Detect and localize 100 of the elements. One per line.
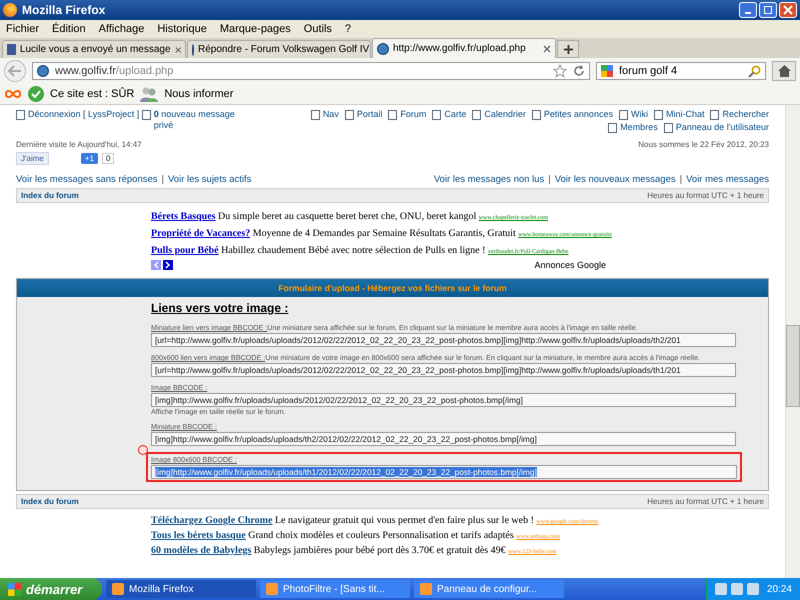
start-button[interactable]: démarrer: [0, 578, 102, 600]
menu-item[interactable]: Outils: [304, 23, 332, 35]
clock: 20:24: [766, 584, 792, 594]
like-button[interactable]: J'aime: [16, 152, 49, 165]
app-icon: [112, 583, 124, 595]
window-title: Mozilla Firefox: [22, 3, 106, 17]
nav-link[interactable]: Membres: [620, 122, 658, 132]
code-field[interactable]: [url=http://www.golfiv.fr/uploads/uploads/2012/02/22/2012_02_22_20_23_22_post-photos.bmp][img]http://www.golfiv.fr/uploads/uploads/th1/201: [151, 363, 736, 377]
menu-item[interactable]: Fichier: [6, 23, 40, 35]
reload-icon[interactable]: [573, 65, 585, 77]
nav-link[interactable]: Carte: [444, 109, 466, 119]
taskbar-button[interactable]: Mozilla Firefox: [106, 580, 256, 598]
menu-item[interactable]: Édition: [52, 23, 86, 35]
panel-header: Formulaire d'upload - Hébergez vos fichiers sur le forum: [17, 279, 768, 297]
minimize-button[interactable]: [739, 2, 757, 18]
timezone-text: Heures au format UTC + 1 heure: [647, 497, 764, 506]
timezone-text: Heures au format UTC + 1 heure: [647, 191, 764, 200]
search-icon[interactable]: [748, 64, 761, 78]
ad-title-link[interactable]: Bérets Basques: [151, 211, 216, 222]
search-field[interactable]: forum golf 4: [596, 62, 766, 80]
nav-link[interactable]: Petites annonces: [544, 109, 613, 119]
site-status-label[interactable]: Ce site est : SÛR: [50, 88, 134, 100]
checkmark-icon: [28, 86, 44, 102]
page-icon: [344, 110, 354, 120]
forum-index-link[interactable]: Index du forum: [21, 191, 79, 200]
app-icon: [266, 583, 278, 595]
new-tab-button[interactable]: [557, 40, 579, 58]
ad-text: Du simple beret au casquette beret beret che, ONU, beret kangol: [218, 211, 476, 222]
tray-icon[interactable]: [746, 583, 759, 595]
menu-item[interactable]: Affichage: [98, 23, 144, 35]
code-field[interactable]: [url=http://www.golfiv.fr/uploads/uploads/2012/02/22/2012_02_22_20_23_22_post-photos.bmp][img]http://www.golfiv.fr/uploads/uploads/th2/201: [151, 333, 736, 347]
tray-icon[interactable]: [730, 583, 743, 595]
private-message-link[interactable]: 0 nouveau message privé: [154, 109, 249, 131]
page-icon: [532, 110, 541, 120]
nav-link[interactable]: Nav: [322, 109, 339, 119]
separator: |: [680, 174, 682, 185]
close-icon[interactable]: [174, 46, 181, 54]
plus-one-button[interactable]: +1: [80, 153, 98, 164]
infinity-icon[interactable]: [4, 89, 22, 99]
plus-one-count: 0: [102, 153, 114, 164]
address-bar[interactable]: www.golfiv.fr/upload.php: [32, 62, 590, 80]
ad-text: Grand choix modèles et couleurs Personnalisation et tarifs adaptés: [248, 530, 514, 541]
search-engine-icon: [601, 65, 613, 77]
nav-link[interactable]: Portail: [356, 109, 382, 119]
tray-icon[interactable]: [714, 583, 727, 595]
close-icon[interactable]: [543, 44, 551, 52]
nav-link[interactable]: Calendrier: [484, 109, 526, 119]
forum-index-link[interactable]: Index du forum: [21, 497, 79, 506]
nav-link[interactable]: Forum: [400, 109, 426, 119]
browser-tab[interactable]: Lucile vous a envoyé un message: [2, 40, 186, 58]
ad-title-link[interactable]: Tous les bérets basque: [151, 530, 246, 541]
browser-tab[interactable]: Répondre - Forum Volkswagen Golf IV: [187, 40, 371, 58]
quick-link[interactable]: Voir mes messages: [686, 174, 769, 185]
separator: |: [548, 174, 551, 185]
page-icon: [654, 110, 663, 120]
code-field[interactable]: [img]http://www.golfiv.fr/uploads/uploads/th2/2012/02/22/2012_02_22_20_23_22_post-photos.bmp[/img]: [151, 432, 736, 446]
ad-title-link[interactable]: 60 modèles de Babylegs: [151, 545, 252, 556]
firefox-icon: [3, 3, 17, 17]
menu-item[interactable]: Historique: [157, 23, 207, 35]
taskbar-button[interactable]: PhotoFiltre - [Sans tit...: [260, 580, 410, 598]
section-heading: Liens vers votre image :: [151, 301, 290, 315]
scrollbar[interactable]: [785, 105, 800, 578]
nav-link[interactable]: Panneau de l'utilisateur: [676, 122, 769, 132]
restore-button[interactable]: [759, 2, 777, 18]
plus-icon: [562, 44, 574, 54]
quick-link[interactable]: Voir les messages non lus: [434, 174, 544, 185]
browser-tab[interactable]: http://www.golfiv.fr/upload.php: [372, 38, 556, 58]
ad-text: Moyenne de 4 Demandes par Semaine Résultats Garantis, Gratuit: [252, 228, 516, 239]
back-arrow-icon: [8, 65, 22, 77]
menu-item[interactable]: ?: [344, 23, 352, 35]
page-icon: [710, 110, 720, 120]
code-field[interactable]: [img]http://www.golfiv.fr/uploads/uploads/2012/02/22/2012_02_22_20_23_22_post-photos.bmp[/img]: [151, 393, 736, 407]
star-icon[interactable]: [553, 64, 567, 78]
ad-text: Habillez chaudement Bébé avec notre sélection de Pulls en ligne !: [221, 245, 486, 256]
nav-link[interactable]: Rechercher: [722, 109, 769, 119]
ad-text: Le navigateur gratuit qui vous permet d'en faire plus sur le web !: [274, 515, 534, 526]
menu-item[interactable]: Marque-pages: [220, 23, 291, 35]
separator: |: [162, 174, 164, 185]
home-button[interactable]: [772, 61, 796, 81]
app-icon: [420, 583, 432, 595]
ad-title-link[interactable]: Téléchargez Google Chrome: [151, 515, 272, 526]
ads-label: Annonces Google: [534, 260, 606, 270]
quick-link[interactable]: Voir les sujets actifs: [168, 174, 252, 185]
nav-link[interactable]: Wiki: [630, 109, 648, 119]
last-visit-text: Dernière visite le Aujourd'hui, 14:47: [16, 140, 142, 149]
quick-link[interactable]: Voir les nouveaux messages: [554, 174, 676, 185]
page-icon: [664, 122, 673, 133]
ad-text: Babylegs jambières pour bébé port dès 3.70€ et gratuit dès 49€: [254, 545, 506, 556]
nav-link[interactable]: Mini-Chat: [666, 109, 704, 119]
next-button[interactable]: [163, 260, 173, 270]
code-field[interactable]: [img]http://www.golfiv.fr/uploads/uploads/th1/2012/02/22/2012_02_22_20_23_22_post-photos.bmp[/img]: [151, 465, 737, 479]
page-icon: [472, 110, 482, 120]
page-icon: [432, 110, 442, 120]
logout-link[interactable]: Déconnexion [ LyssProject ]: [28, 109, 140, 119]
quick-link[interactable]: Voir les messages sans réponses: [16, 174, 158, 185]
ad-title-link[interactable]: Propriété de Vacances?: [151, 228, 250, 239]
close-button[interactable]: [779, 2, 797, 18]
taskbar-button[interactable]: Panneau de configur...: [414, 580, 564, 598]
ad-title-link[interactable]: Pulls pour Bébé: [151, 245, 219, 256]
inform-link[interactable]: Nous informer: [164, 88, 234, 100]
